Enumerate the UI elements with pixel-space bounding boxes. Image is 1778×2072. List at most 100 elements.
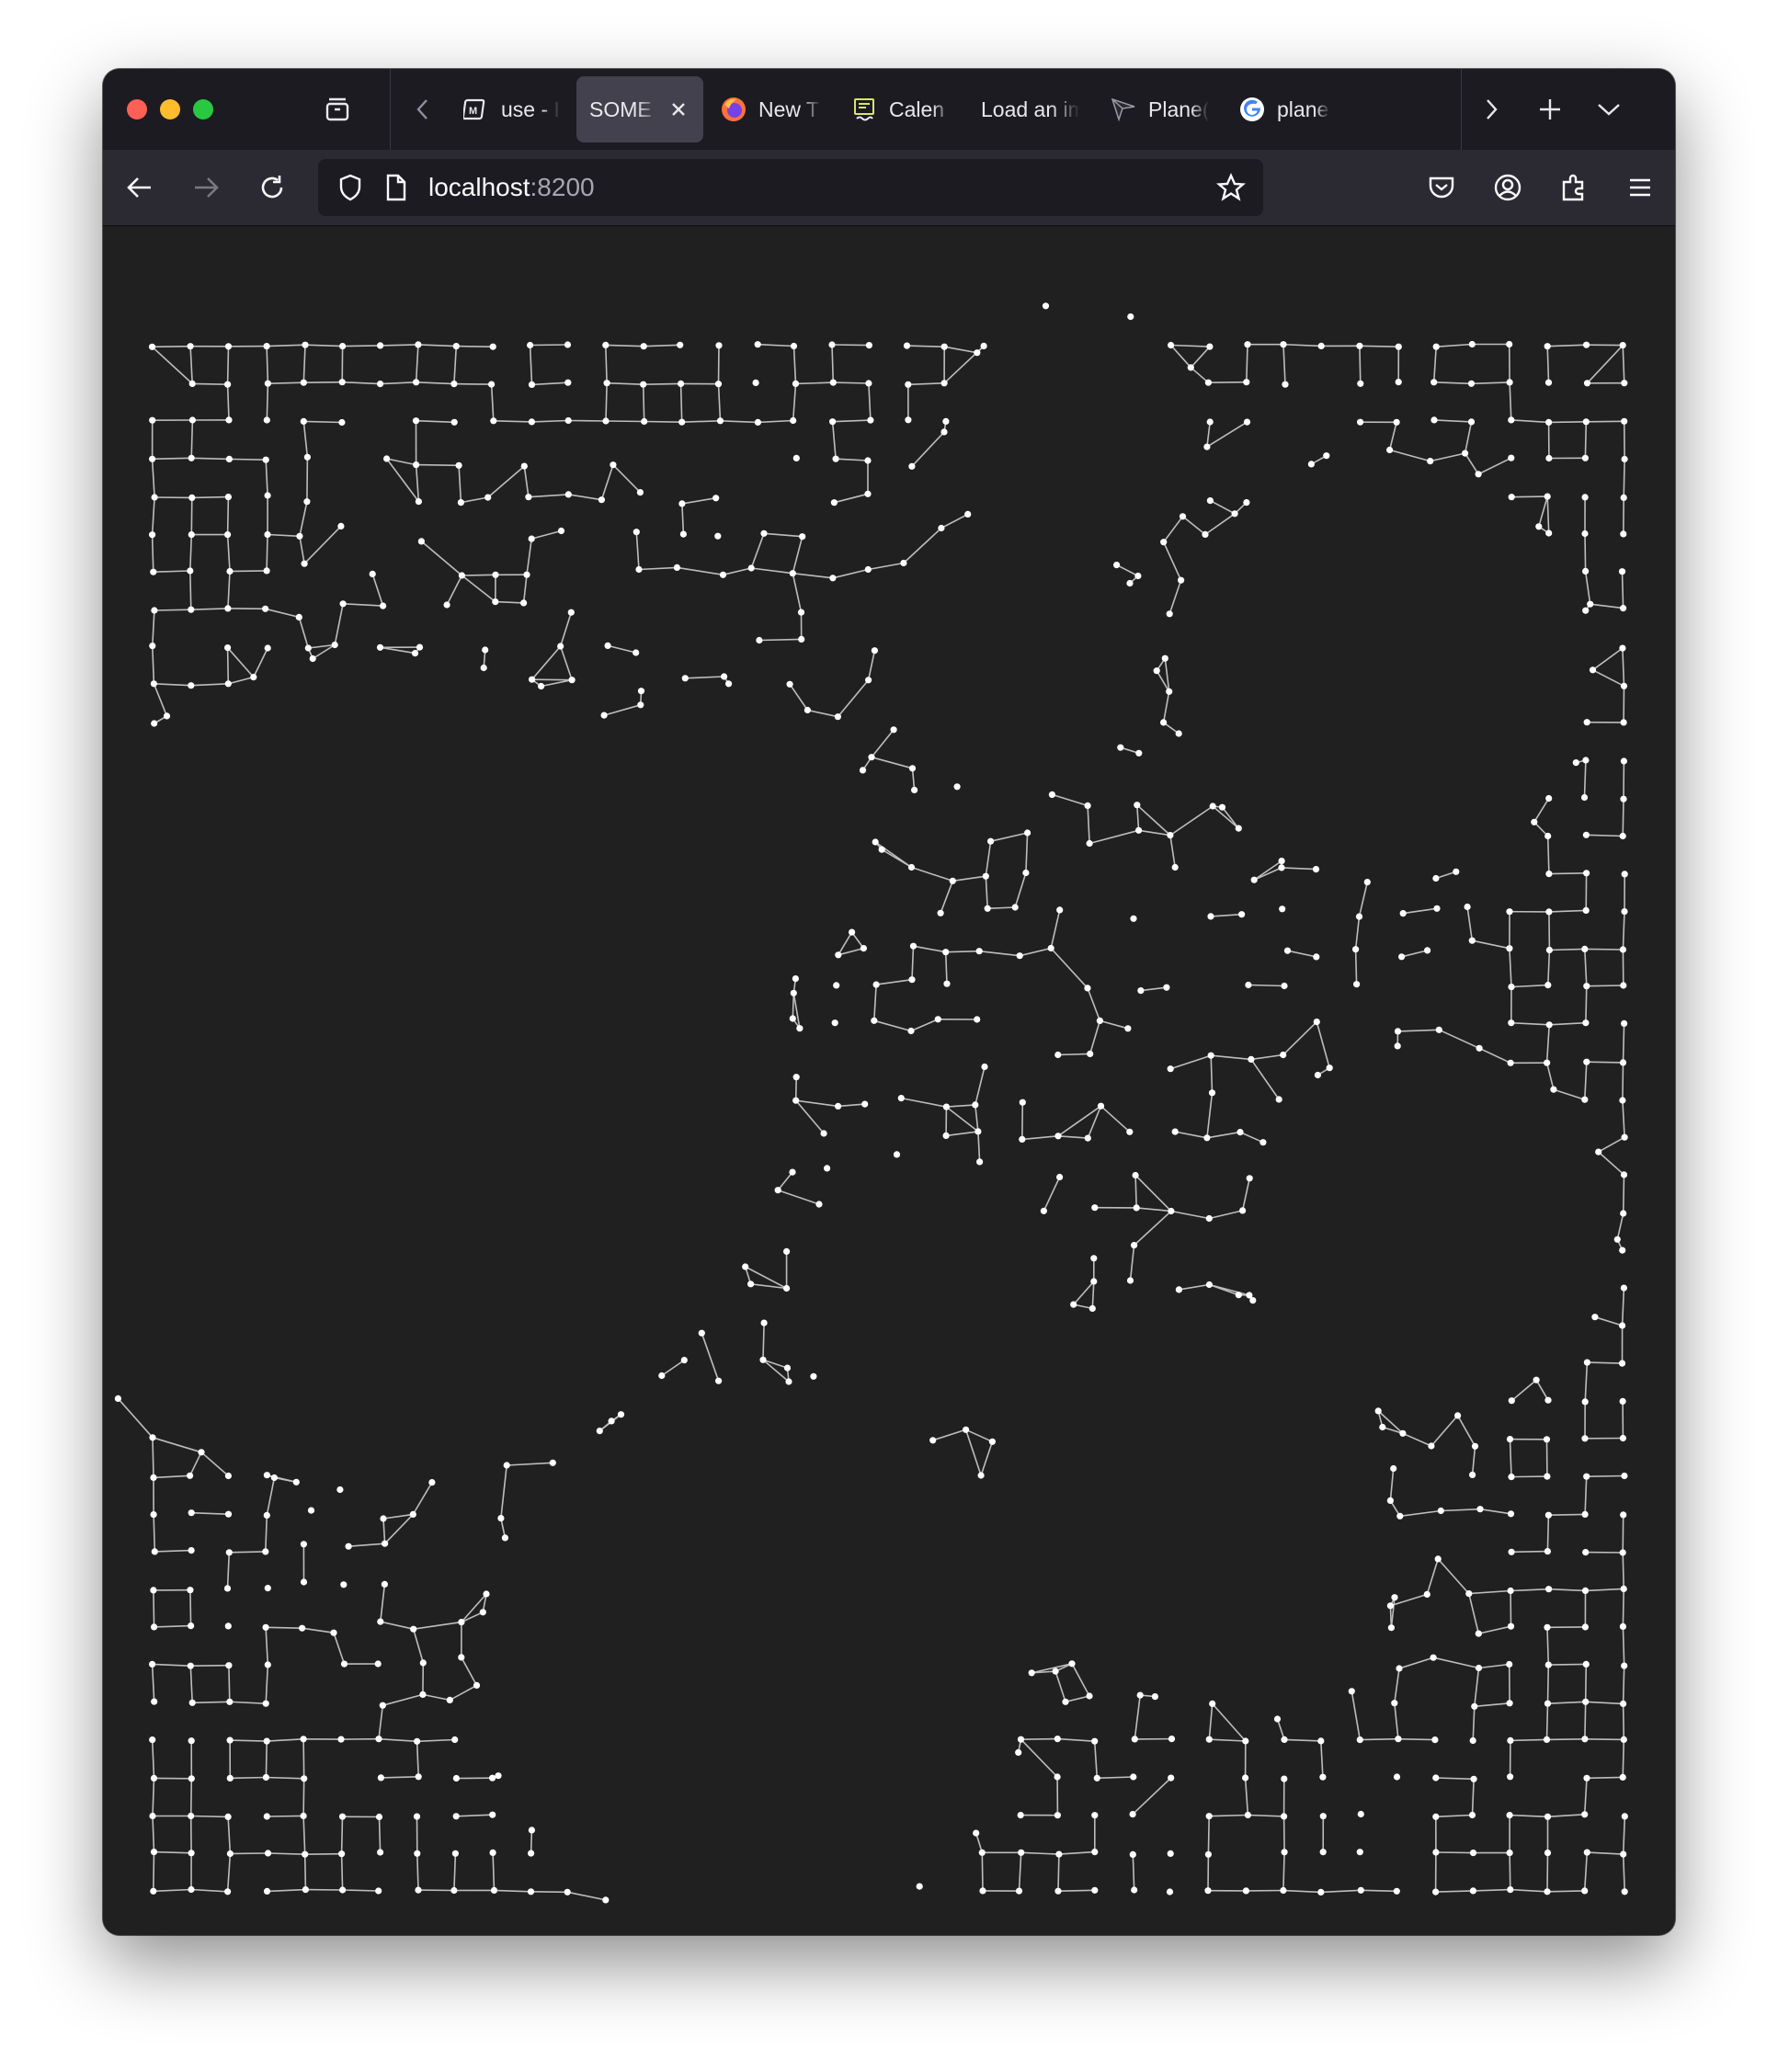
graph-edge [302,1627,335,1634]
new-tab-plus-icon[interactable] [1521,85,1579,134]
graph-node [831,1019,838,1027]
graph-node [1250,876,1258,883]
graph-edge [1622,1552,1624,1589]
graph-node [226,1774,234,1782]
graph-edge [487,465,525,498]
graph-node [1581,454,1589,461]
chevron-left-icon[interactable] [400,85,446,134]
graph-edge [415,464,420,502]
graph-edge [1426,1558,1439,1595]
graph-edge [1014,872,1027,908]
graph-edge [226,647,230,684]
graph-node [640,343,647,350]
graph-edge [838,1103,865,1108]
list-all-tabs-chevron-down-icon[interactable] [1579,85,1638,134]
navigation-toolbar: localhost:8200 [103,150,1675,226]
graph-node [1356,342,1363,349]
graph-edge [152,1437,154,1478]
graph-node [1507,1510,1515,1518]
graph-edge [1545,1703,1549,1740]
graph-node [1283,947,1292,954]
graph-edge [1170,1210,1210,1220]
calendar-app-icon [850,96,878,123]
graph-node [633,649,640,656]
close-tab-icon[interactable] [667,97,690,121]
minimize-window-button[interactable] [160,99,180,120]
forward-arrow-icon[interactable] [180,162,232,213]
tab-new[interactable]: New T [707,76,834,142]
graph-node [188,1885,195,1894]
graph-node [600,712,608,719]
tab-plane[interactable]: Plane( [1097,76,1222,142]
graph-node [1054,1887,1062,1895]
graph-edge [792,346,797,384]
graph-node [1093,1774,1100,1782]
graph-node [1178,576,1185,584]
pocket-icon[interactable] [1416,162,1467,213]
graph-edge [1546,1738,1585,1741]
url-bar[interactable]: localhost:8200 [318,159,1263,216]
graph-node [1091,1204,1099,1212]
bookmark-star-icon[interactable] [1208,165,1254,211]
graph-edge [1430,452,1465,462]
graph-node [1544,343,1551,350]
graph-node [1275,1096,1282,1103]
shield-icon[interactable] [327,165,373,211]
page-icon[interactable] [373,165,419,211]
graph-edge [1594,1315,1623,1326]
chevron-right-icon[interactable] [1462,85,1521,134]
account-icon[interactable] [1482,162,1533,213]
graph-edge [945,950,980,953]
graph-node [1544,1850,1552,1857]
graph-edge [1509,1439,1512,1477]
graph-node [1391,1594,1398,1601]
firefox-view-icon[interactable] [313,85,362,134]
graph-edge [228,676,255,685]
graph-node [815,1201,823,1208]
graph-edge [1546,836,1550,874]
graph-node [1507,1059,1514,1066]
graph-edge [268,1852,305,1855]
graph-node [149,1812,156,1820]
graph-edge [342,345,381,347]
tab-calendar[interactable]: Calen [838,76,964,142]
graph-edge [492,1852,496,1891]
graph-node [415,1773,422,1781]
toolbar-right [1401,162,1666,213]
url-port: :8200 [530,173,595,201]
graph-node [382,1540,389,1547]
reload-icon[interactable] [246,162,298,213]
graph-node [1084,1134,1091,1142]
graph-node [501,1534,508,1542]
graph-node [224,1813,232,1820]
graph-node [1508,1397,1515,1405]
graph-edge [306,457,309,502]
tab-some[interactable]: SOME C [576,76,703,142]
graph-node [1135,826,1143,834]
graph-node [1581,1510,1589,1518]
graph-node [150,1774,158,1782]
graph-node [789,570,796,577]
hamburger-menu-icon[interactable] [1614,162,1666,213]
tab-use[interactable]: M use - I [450,76,573,142]
graph-edge [1020,947,1052,957]
back-arrow-icon[interactable] [114,162,165,213]
tab-load-image[interactable]: Load an im [968,76,1093,142]
graph-node [1356,1849,1363,1856]
graph-node [1399,910,1407,917]
graph-node [783,1284,791,1292]
graph-node [495,1772,502,1780]
graph-node [1582,1660,1590,1668]
graph-node [307,1507,315,1514]
graph-node [151,1548,158,1555]
graph-edge [381,1776,419,1779]
graph-node [1281,1775,1288,1782]
zoom-window-button[interactable] [193,99,213,120]
graph-edge [267,344,306,347]
graph-node [150,568,157,575]
close-window-button[interactable] [127,99,147,120]
tab-google[interactable]: plane [1225,76,1343,142]
extensions-puzzle-icon[interactable] [1548,162,1600,213]
graph-edge [1320,1740,1324,1778]
graph-node [300,379,307,386]
